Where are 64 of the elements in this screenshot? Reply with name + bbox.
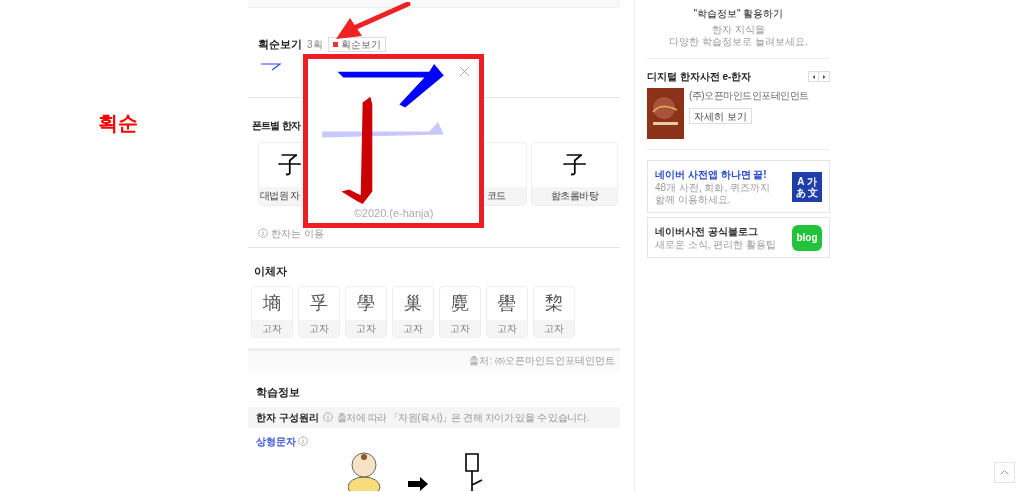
hanja-glyph: 孚 [310,294,328,312]
hanja-glyph: 墒 [263,294,281,312]
up-caret-icon [1000,470,1009,475]
promo-text: 다양한 학습정보로 늘려보세요. [669,36,808,48]
publisher-name: (주)오픈마인드인포테인먼트 [689,89,809,103]
variant-card[interactable]: 巢 고자 [392,285,434,338]
stroke-thumbnail [260,60,282,71]
info-icon [258,228,268,238]
info-icon [298,436,308,446]
promo-banner[interactable]: 네이버 사전앱 하나면 끝! 48개 사전, 회화, 퀴즈까지 함께 이용하세요. A 가 あ 文 [647,160,830,213]
right-caret-icon [822,74,826,79]
variant-label: 고자 [497,321,517,336]
banner-description: 새로운 소식, 편리한 활용팁 [655,239,777,251]
info-icon [322,412,333,422]
variant-label: 고자 [403,321,423,336]
hanja-glyph: 嚳 [498,294,516,312]
next-button[interactable] [819,71,830,82]
details-button[interactable]: 자세히 보기 [689,108,752,124]
section-title: 이체자 [254,264,287,277]
stroke-order-toggle[interactable]: 획순보기 [327,36,386,52]
close-icon[interactable] [459,66,470,77]
product-title: 디지털 한자사전 e-한자 [647,70,752,84]
banner-title: 네이버 사전앱 하나면 끝! [655,168,768,182]
banner-description: 48개 사전, 회화, 퀴즈까지 [655,182,770,194]
promo-title: "학습정보" 활용하기 [693,7,784,21]
hanja-glyph: 子 [277,152,302,177]
promo-text: 한자 지식을 [712,24,765,36]
banner-title: 네이버사전 공식블로그 [655,225,759,239]
blog-icon: blog [792,224,822,251]
font-name: 대법원 자 [260,189,300,203]
variant-card[interactable]: 墒 고자 [251,285,293,338]
variant-card[interactable]: 嚳 고자 [486,285,528,338]
promo-banner[interactable]: 네이버사전 공식블로그 새로운 소식, 편리한 활용팁 blog [647,217,830,258]
section-title: 폰트별 한자 [252,119,300,131]
variant-card[interactable]: 棃 고자 [533,285,575,338]
hanja-glyph: 學 [357,294,375,312]
font-name: 함초롬바탕 [551,189,598,203]
variant-label: 고자 [356,321,376,336]
variant-label: 고자 [262,321,282,336]
source-credit: 출처: ㈜오픈마인드인포테인먼트 [469,354,615,368]
previous-button[interactable] [808,71,819,82]
stroke-count: 3획 [307,37,323,52]
variant-card[interactable]: 麑 고자 [439,285,481,338]
variant-card[interactable]: 孚 고자 [298,285,340,338]
usage-note: 한자는 이용 [271,226,324,241]
app-icon: A 가 あ 文 [792,171,822,202]
hanja-glyph: 子 [562,152,587,177]
principle-note: 출처에 따라 「자원(육서)」은 견해 차이가 있을 수 있습니다. [336,410,589,425]
annotation-label: 획순 [98,112,138,134]
section-title: 학습정보 [256,385,300,398]
font-name: 코드 [487,189,506,203]
character-type-link[interactable]: 상형문자 [256,433,296,449]
variant-label: 고자 [450,321,470,336]
section-title: 획순보기 [258,37,302,52]
banner-description: 함께 이용하세요. [655,194,732,206]
hanja-glyph: 巢 [404,294,422,312]
left-caret-icon [811,74,816,79]
variant-label: 고자 [309,321,329,336]
copyright-text: ©2020.(e-hanja) [353,205,434,221]
hanja-glyph: 棃 [545,294,563,312]
variant-label: 고자 [544,321,564,336]
principle-title: 한자 구성원리 [256,410,319,425]
variant-card[interactable]: 學 고자 [345,285,387,338]
hanja-glyph: 麑 [451,294,469,312]
